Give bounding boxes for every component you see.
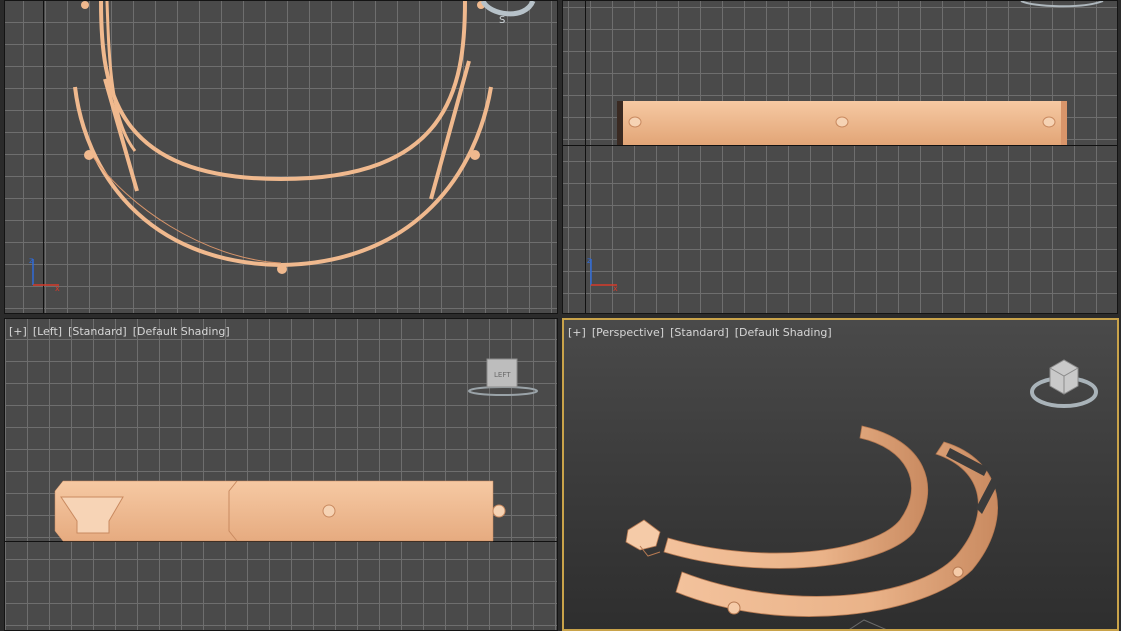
viewcube-icon[interactable] xyxy=(1030,359,1098,408)
viewport-menu-shading[interactable]: [Default Shading] xyxy=(735,326,832,339)
svg-text:z: z xyxy=(587,256,591,265)
viewport-menu-shading[interactable]: [Default Shading] xyxy=(133,325,230,338)
headband-side-model: z x xyxy=(587,1,1104,293)
axis-tripod-icon: z x xyxy=(587,256,618,293)
axis-tripod-icon: z x xyxy=(29,256,60,293)
viewport-left[interactable]: [+] [Left] [Standard] [Default Shading] LEF… xyxy=(4,318,558,631)
headband-perspective-model xyxy=(625,359,1098,629)
headband-front-model: S z x xyxy=(29,1,536,293)
viewport-menu-plus[interactable]: [+] xyxy=(568,326,586,339)
viewport-menu-standard[interactable]: [Standard] xyxy=(670,326,729,339)
viewport-top-right[interactable]: z x xyxy=(562,0,1118,314)
viewport-menu-view[interactable]: [Left] xyxy=(33,325,62,338)
svg-text:x: x xyxy=(613,284,618,293)
compass-ring-icon[interactable] xyxy=(1020,1,1104,8)
headband-left-model: LEFT xyxy=(54,358,538,542)
viewport-menu-view[interactable]: [Perspective] xyxy=(592,326,664,339)
viewcube-face-label: LEFT xyxy=(494,371,511,379)
viewport-top-left[interactable]: S z x xyxy=(4,0,558,314)
svg-text:z: z xyxy=(29,256,33,265)
viewcube-icon[interactable]: LEFT xyxy=(468,358,538,396)
viewport-label[interactable]: [+] [Left] [Standard] [Default Shading] xyxy=(9,325,236,338)
compass-south-label: S xyxy=(499,15,505,26)
viewport-menu-standard[interactable]: [Standard] xyxy=(68,325,127,338)
viewport-perspective[interactable]: [+] [Perspective] [Standard] [Default Shadi… xyxy=(562,318,1119,631)
viewport-label[interactable]: [+] [Perspective] [Standard] [Default Shadi… xyxy=(568,326,838,339)
viewport-menu-plus[interactable]: [+] xyxy=(9,325,27,338)
compass-ring-icon[interactable]: S xyxy=(480,1,536,26)
svg-text:x: x xyxy=(55,284,60,293)
